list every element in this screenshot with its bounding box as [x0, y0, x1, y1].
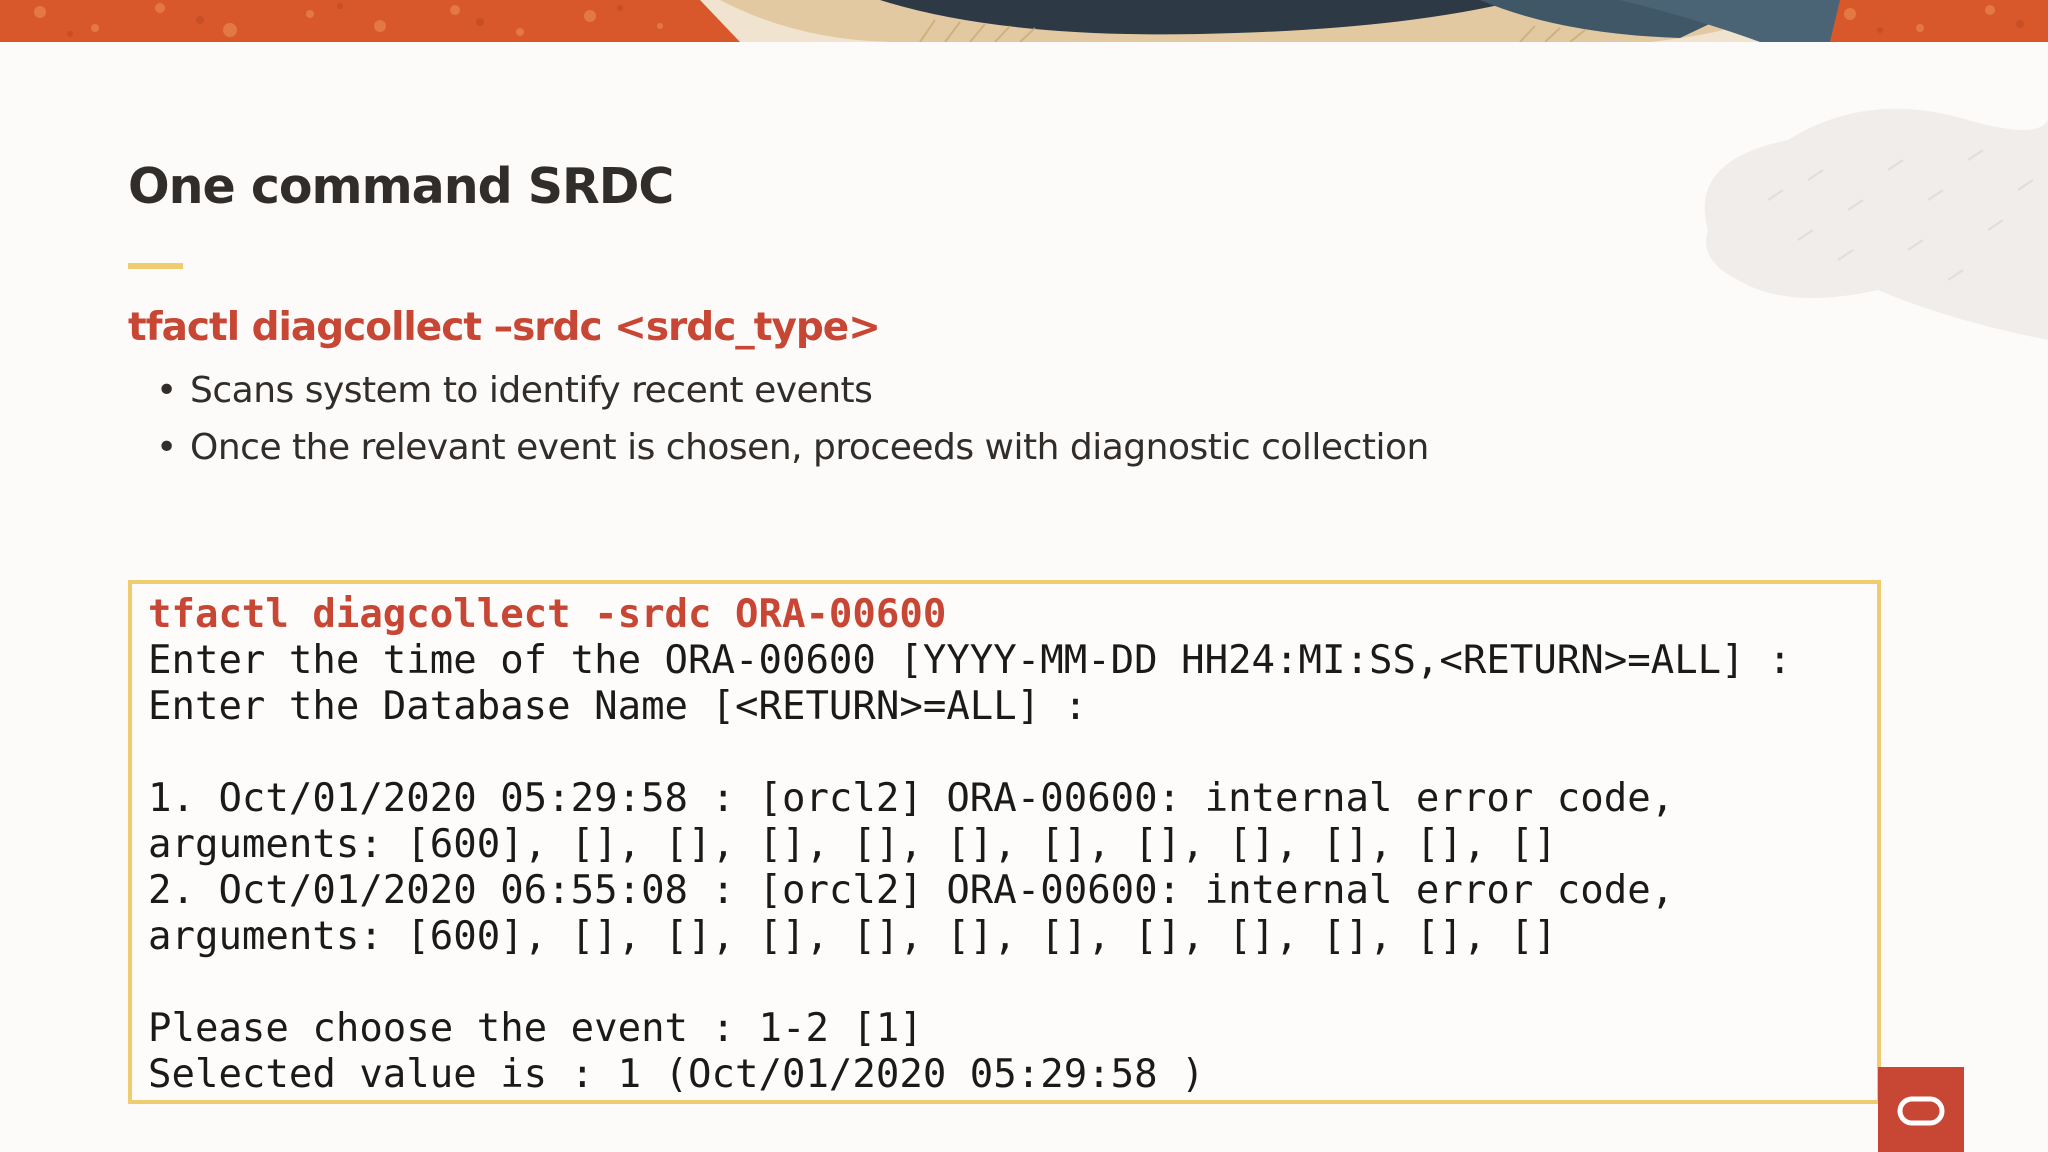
terminal-line: 1. Oct/01/2020 05:29:58 : [orcl2] ORA-00… — [148, 776, 1675, 821]
terminal-line: Enter the Database Name [<RETURN>=ALL] : — [148, 684, 1088, 729]
bullet-item: • Once the relevant event is chosen, proc… — [156, 419, 1429, 476]
terminal-line: arguments: [600], [], [], [], [], [], []… — [148, 914, 1557, 959]
terminal-line: Please choose the event : 1-2 [1] — [148, 1006, 923, 1051]
oracle-logo-icon — [1878, 1067, 1964, 1152]
bullet-item: • Scans system to identify recent events — [156, 362, 1429, 419]
terminal-output-box: tfactl diagcollect -srdc ORA-00600 Enter … — [128, 580, 1881, 1104]
terminal-command: tfactl diagcollect -srdc ORA-00600 — [148, 592, 947, 637]
decorative-banner — [0, 0, 2048, 42]
slide-title: One command SRDC — [128, 158, 674, 215]
terminal-line: Selected value is : 1 (Oct/01/2020 05:29… — [148, 1052, 1205, 1097]
terminal-line: Enter the time of the ORA-00600 [YYYY-MM… — [148, 638, 1792, 683]
command-heading: tfactl diagcollect –srdc <srdc_type> — [128, 305, 881, 350]
bullet-list: • Scans system to identify recent events … — [156, 362, 1429, 476]
terminal-line: arguments: [600], [], [], [], [], [], []… — [148, 822, 1557, 867]
terminal-text: tfactl diagcollect -srdc ORA-00600 Enter … — [148, 592, 1877, 1098]
bullet-text: Scans system to identify recent events — [190, 370, 873, 411]
title-underline — [128, 263, 183, 269]
terminal-line: 2. Oct/01/2020 06:55:08 : [orcl2] ORA-00… — [148, 868, 1675, 913]
bullet-glyph: • — [156, 370, 177, 411]
bullet-glyph: • — [156, 427, 177, 468]
bullet-text: Once the relevant event is chosen, proce… — [190, 427, 1429, 468]
decorative-background-shape — [1704, 108, 2048, 340]
